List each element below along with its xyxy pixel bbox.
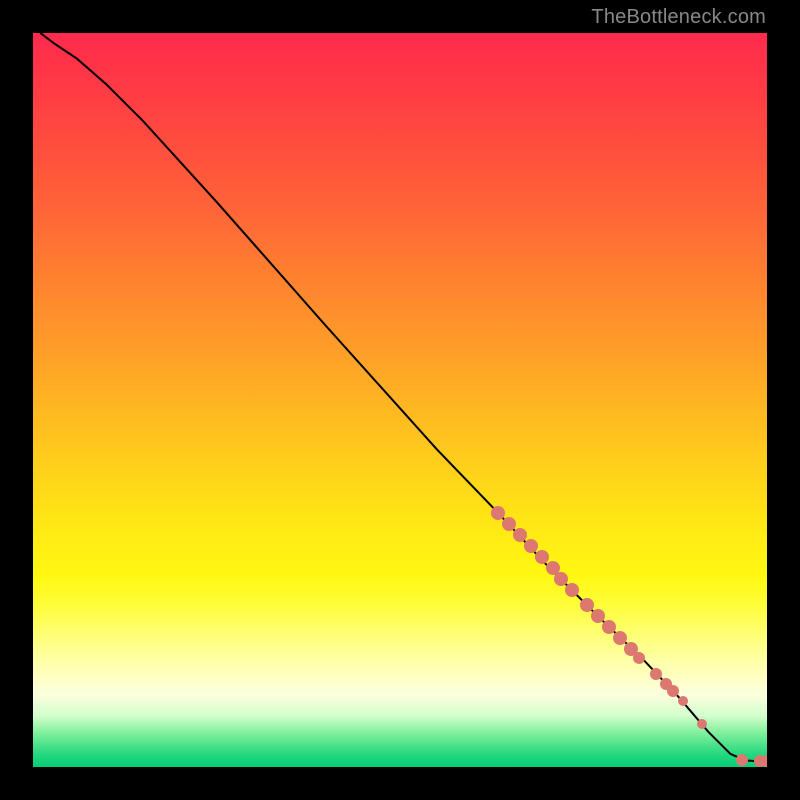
data-point [580, 598, 594, 612]
data-point [613, 631, 627, 645]
data-point [513, 528, 527, 542]
bottleneck-curve [40, 33, 767, 761]
data-point [633, 652, 645, 664]
data-point [697, 719, 707, 729]
chart-stage: TheBottleneck.com [0, 0, 800, 800]
data-point [736, 754, 748, 766]
data-point [502, 517, 516, 531]
data-point [535, 550, 549, 564]
data-point [554, 572, 568, 586]
data-point [565, 583, 579, 597]
curve-layer [33, 33, 767, 767]
data-point [491, 506, 505, 520]
data-point [591, 609, 605, 623]
plot-area [33, 33, 767, 767]
data-point [678, 696, 688, 706]
data-point [667, 685, 679, 697]
data-point [761, 755, 767, 767]
data-point [524, 539, 538, 553]
data-point [602, 620, 616, 634]
data-point [650, 668, 662, 680]
watermark-text: TheBottleneck.com [591, 6, 766, 29]
